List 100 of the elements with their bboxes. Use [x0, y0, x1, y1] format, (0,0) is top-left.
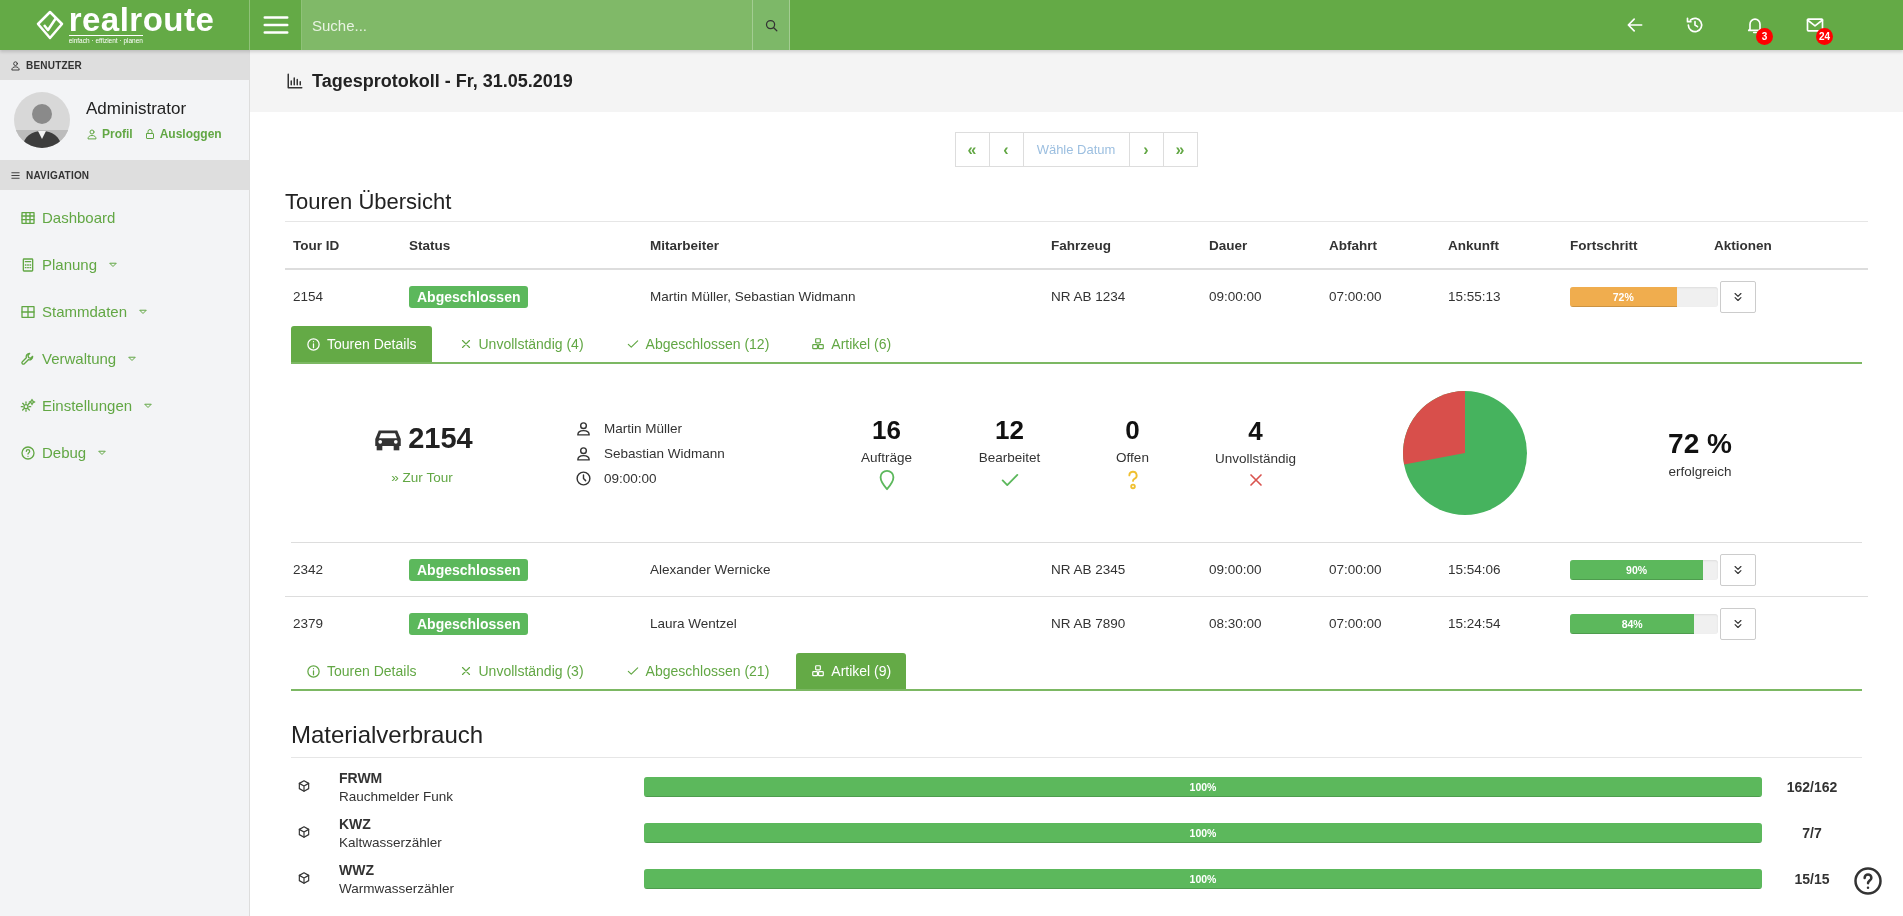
tour-number: 2154 — [408, 422, 473, 455]
progress-fill: 84% — [1570, 613, 1695, 634]
table-cell-text: 07:00:00 — [1328, 616, 1383, 631]
article-count: 7/7 — [1801, 825, 1823, 841]
table-cell-text: NR AB 1234 — [1050, 289, 1127, 304]
lock-icon — [143, 128, 156, 140]
cubes-icon — [811, 337, 826, 351]
brand-name: realroute — [68, 5, 215, 35]
table-cell-text: NR AB 2345 — [1050, 562, 1127, 577]
sidebar-item[interactable]: Debug — [0, 429, 249, 476]
messages-button[interactable]: 24 — [1785, 0, 1845, 50]
sidebar-item[interactable]: Verwaltung — [0, 335, 249, 382]
tour-link[interactable]: » Zur Tour — [391, 469, 453, 485]
expand-button[interactable] — [1720, 553, 1756, 586]
tab[interactable]: Unvollständig (4) — [443, 326, 599, 362]
search-field[interactable]: Suche... — [302, 0, 752, 50]
column-header: Fortschritt — [1569, 237, 1639, 253]
stat-label: Unvollständig — [1214, 451, 1296, 466]
user-name: Administrator — [86, 99, 188, 119]
column-header: Tour ID — [292, 237, 341, 253]
pager-button[interactable]: ‹ — [988, 132, 1024, 167]
tab[interactable]: Artikel (6) — [796, 326, 907, 362]
expand-button[interactable] — [1720, 280, 1756, 313]
article-code: FRWM — [339, 770, 384, 786]
success-rate: 72 % — [1668, 427, 1732, 460]
page-title: Tagesprotokoll - Fr, 31.05.2019 — [312, 70, 573, 92]
user-icon — [575, 444, 592, 462]
pager-button[interactable]: » — [1162, 132, 1198, 167]
column-header: Status — [408, 237, 452, 253]
clock-icon — [575, 469, 592, 487]
back-arrow-icon — [1625, 15, 1645, 35]
progress-fill: 100% — [644, 777, 1762, 797]
table-cell-text: 15:54:06 — [1447, 562, 1502, 577]
section-heading: NAVIGATION — [26, 169, 90, 181]
pager-button[interactable]: › — [1128, 132, 1164, 167]
duration-text: 09:00:00 — [604, 470, 657, 486]
column-header: Abfahrt — [1328, 237, 1378, 253]
column-header: Fahrzeug — [1050, 237, 1112, 253]
cubes-icon — [811, 664, 826, 678]
check-icon — [625, 337, 640, 351]
user-icon — [10, 59, 21, 71]
table-cell-text: Laura Wentzel — [649, 616, 738, 631]
tab[interactable]: Unvollständig (3) — [443, 653, 599, 689]
question-circle-icon — [20, 444, 36, 461]
column-header: Aktionen — [1713, 237, 1773, 253]
section-heading: BENUTZER — [26, 59, 83, 71]
stat-value: 4 — [1248, 416, 1263, 447]
calculator-icon — [20, 256, 36, 273]
help-icon — [1853, 866, 1883, 896]
employee-name: Sebastian Widmann — [604, 445, 725, 461]
section-title: Touren Übersicht — [285, 189, 1868, 222]
gears-icon — [20, 397, 36, 414]
sidebar-item[interactable]: Stammdaten — [0, 288, 249, 335]
menu-button[interactable] — [250, 0, 302, 50]
table-cell-text: 09:00:00 — [1208, 289, 1263, 304]
article-code: WWZ — [339, 862, 375, 878]
logo-icon — [34, 10, 65, 40]
table-cell-text: Alexander Wernicke — [649, 562, 772, 577]
status-badge: Abgeschlossen — [409, 285, 529, 308]
profile-link[interactable]: Profil — [86, 127, 133, 141]
sidebar-item[interactable]: Planung — [0, 241, 249, 288]
tab[interactable]: Abgeschlossen (21) — [610, 653, 785, 689]
sidebar-item[interactable]: Einstellungen — [0, 382, 249, 429]
column-header: Mitarbeiter — [649, 237, 721, 253]
progress-fill: 100% — [644, 823, 1762, 843]
table-cell-text: 2154 — [292, 289, 325, 304]
table-icon — [20, 209, 36, 226]
table-cell-text: 15:55:13 — [1447, 289, 1502, 304]
wrench-icon — [20, 350, 36, 367]
table-cell-text: 15:24:54 — [1447, 616, 1502, 631]
table-cell-text: 08:30:00 — [1208, 616, 1263, 631]
status-badge: Abgeschlossen — [409, 558, 529, 581]
table-cell-text: 07:00:00 — [1328, 562, 1383, 577]
notifications-button[interactable]: 3 — [1725, 0, 1785, 50]
sidebar-item[interactable]: Dashboard — [0, 194, 249, 241]
date-field[interactable]: Wähle Datum — [1022, 132, 1130, 167]
stat-value: 0 — [1125, 415, 1140, 446]
expand-button[interactable] — [1720, 607, 1756, 640]
table-cell-text: 09:00:00 — [1208, 562, 1263, 577]
article-name: Kaltwasserzähler — [339, 835, 443, 850]
user-icon — [86, 128, 98, 140]
tab[interactable]: Touren Details — [291, 653, 432, 689]
search-button[interactable] — [752, 0, 790, 50]
progress-fill: 72% — [1570, 286, 1677, 307]
grid-icon — [20, 303, 36, 320]
status-badge: Abgeschlossen — [409, 612, 529, 635]
pager-button[interactable]: « — [954, 132, 990, 167]
stat-value: 12 — [995, 415, 1024, 446]
info-icon — [306, 336, 321, 352]
column-header: Ankunft — [1447, 237, 1500, 253]
column-header: Dauer — [1208, 237, 1249, 253]
tab[interactable]: Touren Details — [291, 326, 432, 362]
info-icon — [306, 663, 321, 679]
logout-link[interactable]: Ausloggen — [143, 127, 222, 141]
cube-icon — [297, 870, 311, 885]
tab[interactable]: Abgeschlossen (12) — [610, 326, 785, 362]
tab[interactable]: Artikel (9) — [796, 653, 907, 689]
stat-label: Aufträge — [860, 450, 912, 465]
check-icon — [625, 664, 640, 678]
table-cell-text: NR AB 7890 — [1050, 616, 1127, 631]
